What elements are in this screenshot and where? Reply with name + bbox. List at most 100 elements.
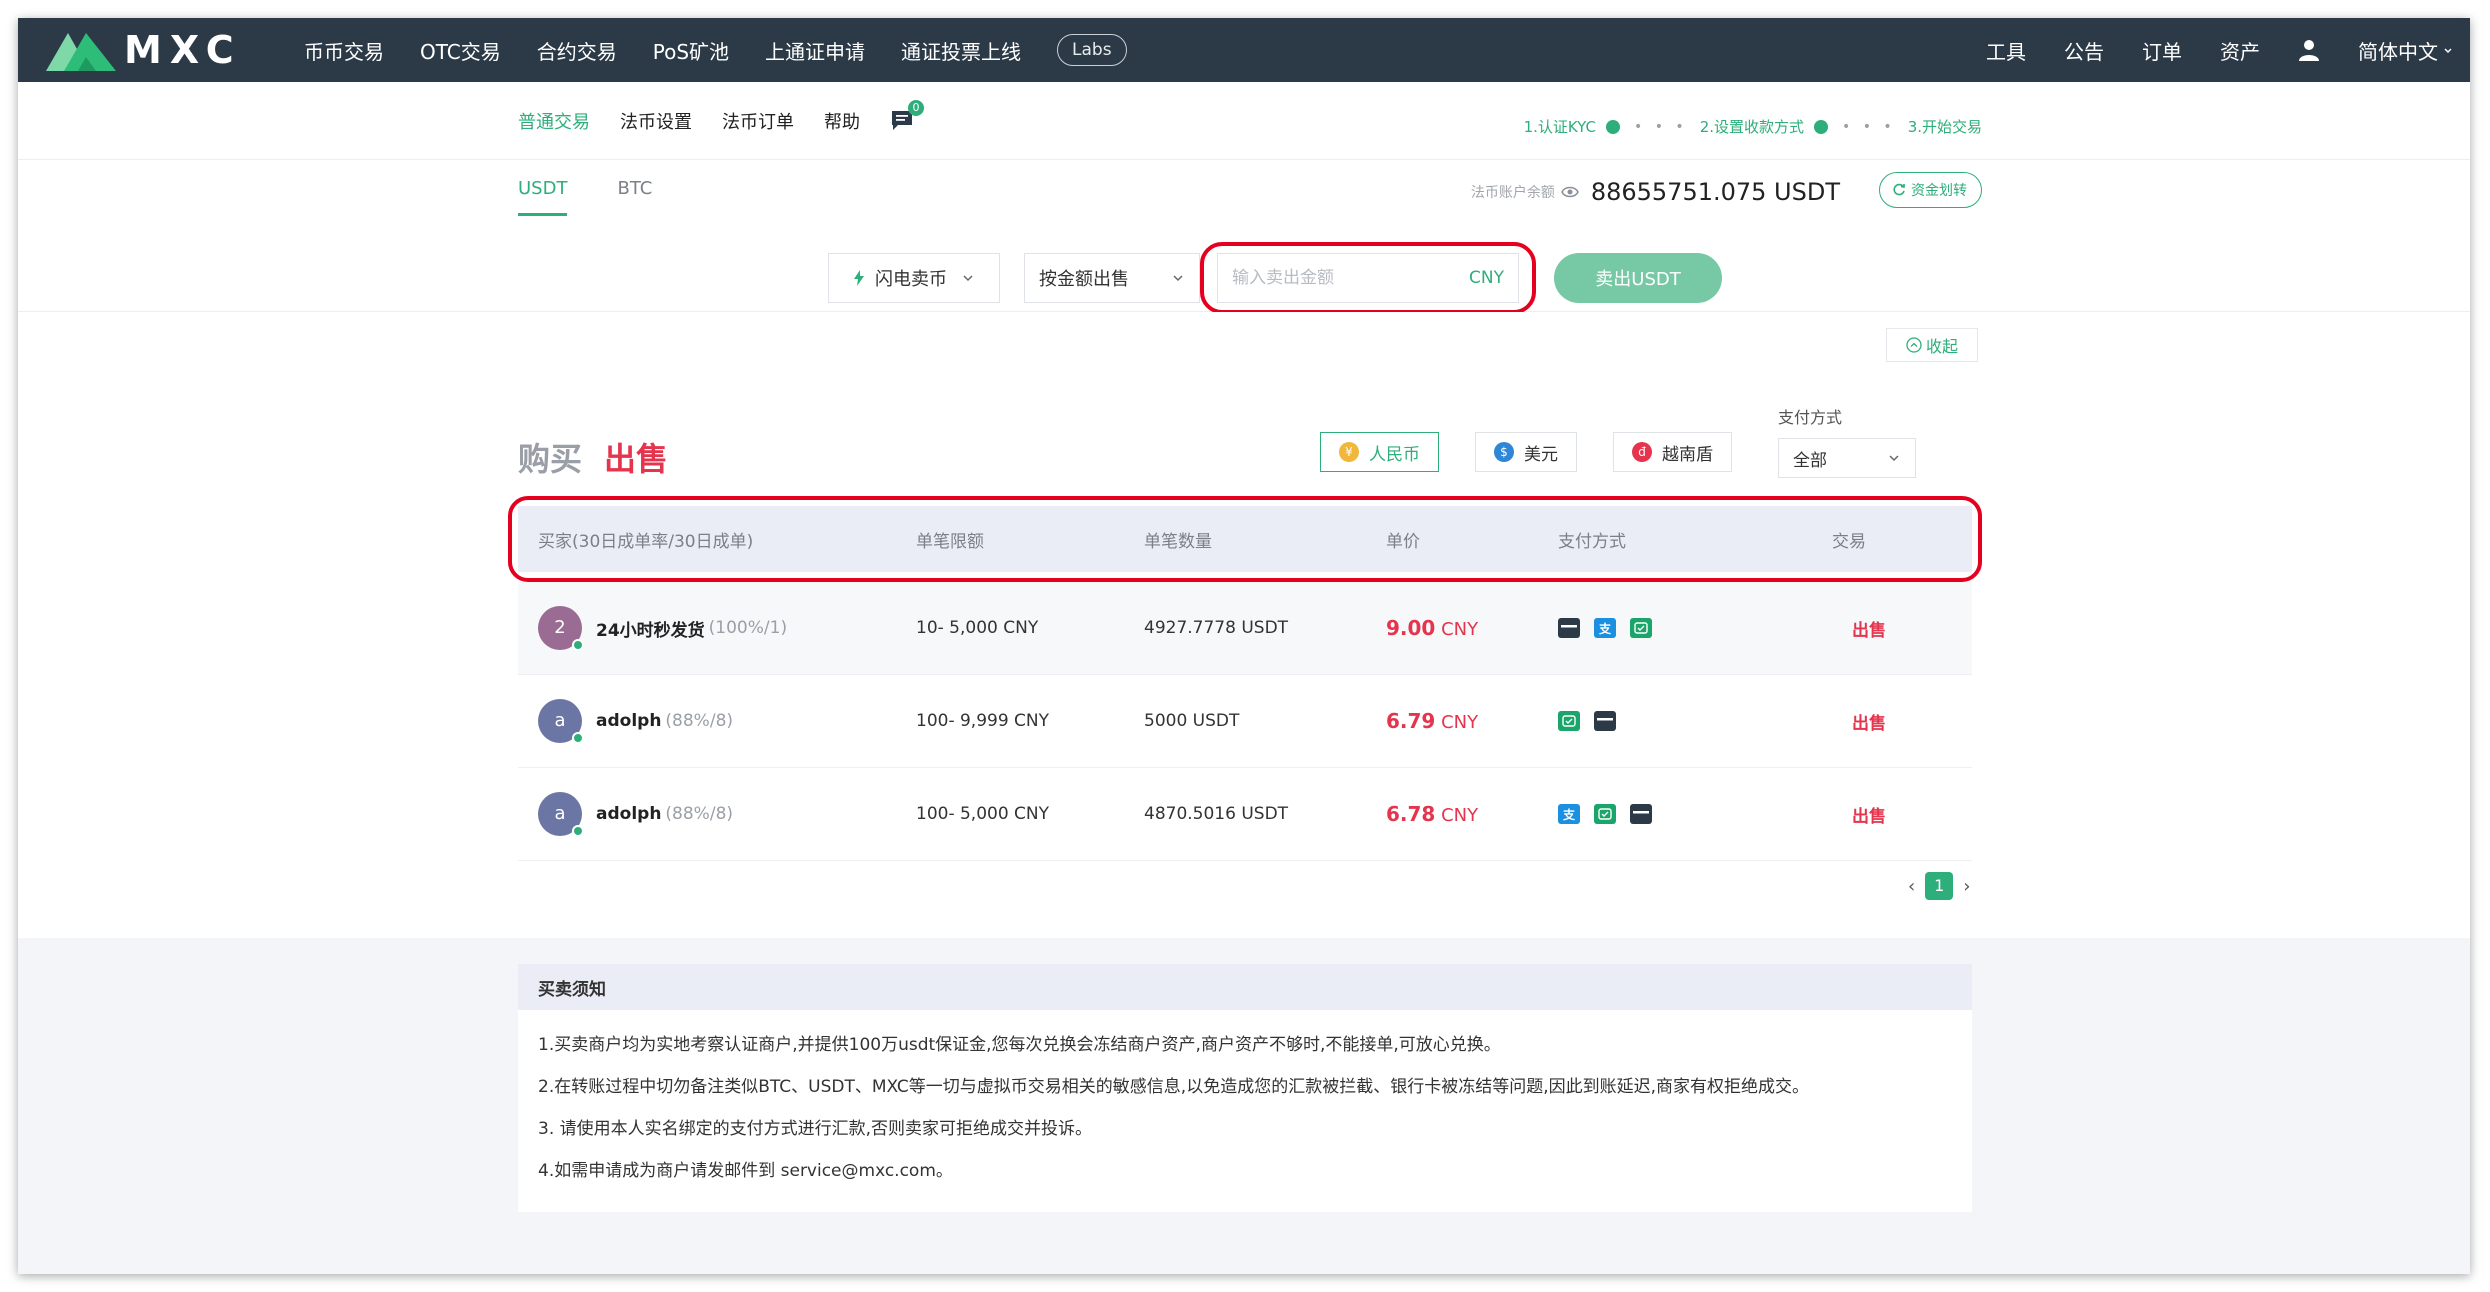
fiat-currency-filter: ¥ 人民币 $ 美元 đ 越南盾	[1320, 432, 1768, 472]
mxc-logo[interactable]: MXC	[46, 27, 242, 73]
dollar-icon: $	[1494, 442, 1514, 462]
logo-text: MXC	[124, 28, 242, 72]
payment-method-filter: 支付方式 全部	[1778, 404, 1916, 478]
language-label: 简体中文	[2358, 39, 2438, 64]
tab-buy[interactable]: 购买	[518, 434, 582, 480]
buy-sell-tabs: 购买 出售	[518, 434, 668, 480]
tab-fiat-settings[interactable]: 法币设置	[620, 108, 692, 134]
sell-action-button[interactable]: 出售	[1832, 709, 1972, 734]
table-row: a adolph (88%/8) 100- 9,999 CNY 5000 USD…	[518, 675, 1972, 768]
tab-usdt[interactable]: USDT	[518, 178, 568, 216]
wechat-pay-icon	[1558, 711, 1580, 731]
payment-method-dropdown[interactable]: 全部	[1778, 438, 1916, 478]
step-payment-method[interactable]: 2.设置收款方式	[1700, 116, 1804, 137]
quick-sell-form: 闪电卖币 按金额出售 CNY 卖出USDT	[828, 242, 1722, 314]
browser-window: MXC 币币交易 OTC交易 合约交易 PoS矿池 上通证申请 通证投票上线 L…	[18, 18, 2470, 1274]
step-start-trading[interactable]: 3.开始交易	[1908, 116, 1982, 137]
page-1-button[interactable]: 1	[1925, 872, 1954, 900]
avatar: a	[538, 792, 584, 837]
collapse-label: 收起	[1925, 337, 1958, 356]
avatar: a	[538, 699, 584, 744]
wechat-pay-icon	[1630, 618, 1652, 638]
dong-icon: đ	[1632, 442, 1652, 462]
main-menu: 币币交易 OTC交易 合约交易 PoS矿池 上通证申请 通证投票上线 Labs	[304, 18, 1127, 82]
otc-sub-navigation: 普通交易 法币设置 法币订单 帮助 0 1.认证KYC • • • 2.设置收款…	[18, 82, 2470, 160]
next-page-button[interactable]: ›	[1963, 876, 1970, 897]
fiat-balance: 法币账户余额 88655751.075 USDT	[1471, 178, 1840, 206]
buyer-cell: a adolph (88%/8)	[518, 699, 916, 744]
step-kyc[interactable]: 1.认证KYC	[1524, 116, 1596, 137]
nav-assets[interactable]: 资产	[2220, 36, 2260, 65]
sell-amount-wrapper: CNY	[1200, 242, 1536, 314]
chevron-down-icon	[1889, 455, 1899, 462]
chevron-up-circle-icon	[1906, 337, 1922, 353]
sell-usdt-button[interactable]: 卖出USDT	[1554, 253, 1722, 303]
notice-body: 1.买卖商户均为实地考察认证商户,并提供100万usdt保证金,您每次兑换会冻结…	[518, 1010, 1972, 1206]
buyer-name[interactable]: adolph	[596, 711, 661, 731]
onboarding-steps: 1.认证KYC • • • 2.设置收款方式 • • • 3.开始交易	[1524, 116, 1982, 137]
sell-action-button[interactable]: 出售	[1832, 802, 1972, 827]
buyer-stats: (100%/1)	[708, 618, 788, 638]
nav-announcements[interactable]: 公告	[2064, 36, 2104, 65]
tab-btc[interactable]: BTC	[617, 178, 652, 216]
tab-help[interactable]: 帮助	[824, 108, 860, 134]
online-indicator	[572, 732, 584, 744]
fund-transfer-button[interactable]: 资金划转	[1879, 172, 1982, 208]
currency-vnd-button[interactable]: đ 越南盾	[1613, 432, 1732, 472]
currency-label: 人民币	[1369, 444, 1420, 465]
user-icon	[2299, 40, 2319, 61]
labs-button[interactable]: Labs	[1057, 34, 1127, 66]
user-avatar-button[interactable]	[2298, 39, 2320, 61]
nav-token-vote[interactable]: 通证投票上线	[901, 36, 1021, 65]
messages-button[interactable]: 0	[890, 100, 924, 133]
prev-page-button[interactable]: ‹	[1908, 876, 1915, 897]
pagination: ‹ 1 ›	[1908, 872, 1970, 900]
fund-transfer-label: 资金划转	[1911, 183, 1967, 199]
quantity-cell: 4927.7778 USDT	[1144, 618, 1289, 638]
highlight-outline	[1200, 242, 1536, 314]
otc-menu: 普通交易 法币设置 法币订单 帮助 0	[518, 100, 924, 134]
trading-notice: 买卖须知 1.买卖商户均为实地考察认证商户,并提供100万usdt保证金,您每次…	[518, 964, 1972, 1212]
language-selector[interactable]: 简体中文	[2358, 36, 2454, 65]
nav-tools[interactable]: 工具	[1986, 36, 2026, 65]
nav-spot-trading[interactable]: 币币交易	[304, 36, 384, 65]
currency-label: 美元	[1524, 444, 1558, 465]
nav-contract-trading[interactable]: 合约交易	[537, 36, 617, 65]
sell-mode-dropdown[interactable]: 按金额出售	[1024, 253, 1200, 303]
coin-tabs: USDT BTC	[518, 178, 702, 216]
refresh-icon	[1893, 183, 1905, 196]
buyer-cell: a adolph (88%/8)	[518, 792, 916, 837]
mxc-logo-icon	[46, 33, 116, 71]
wechat-pay-icon	[1594, 804, 1616, 824]
buyer-cell: 2 24小时秒发货 (100%/1)	[518, 606, 916, 651]
chevron-down-icon	[1173, 275, 1183, 282]
bank-card-icon	[1594, 711, 1616, 731]
sell-mode-label: 按金额出售	[1039, 269, 1129, 290]
flash-sell-dropdown[interactable]: 闪电卖币	[828, 253, 1000, 303]
sell-action-button[interactable]: 出售	[1832, 616, 1972, 641]
currency-usd-button[interactable]: $ 美元	[1475, 432, 1577, 472]
price-cell: 6.78 CNY	[1386, 802, 1479, 826]
buyer-stats: (88%/8)	[665, 711, 734, 731]
tab-fiat-orders[interactable]: 法币订单	[722, 108, 794, 134]
payment-method-value: 全部	[1793, 450, 1827, 471]
yuan-icon: ¥	[1339, 442, 1359, 462]
collapse-button[interactable]: 收起	[1886, 328, 1978, 362]
eye-icon[interactable]	[1560, 186, 1579, 198]
online-indicator	[572, 639, 584, 651]
notice-line: 3. 请使用本人实名绑定的支付方式进行汇款,否则卖家可拒绝成交并投诉。	[538, 1119, 1093, 1139]
notice-line: 4.如需申请成为商户请发邮件到 service@mxc.com。	[538, 1161, 953, 1181]
buyer-name[interactable]: 24小时秒发货	[596, 616, 705, 641]
nav-token-listing-application[interactable]: 上通证申请	[765, 36, 865, 65]
buyer-name[interactable]: adolph	[596, 804, 661, 824]
nav-pos-pool[interactable]: PoS矿池	[653, 36, 729, 65]
nav-orders[interactable]: 订单	[2142, 36, 2182, 65]
currency-cny-button[interactable]: ¥ 人民币	[1320, 432, 1439, 472]
tab-normal-trading[interactable]: 普通交易	[518, 108, 590, 134]
payment-filter-label: 支付方式	[1778, 408, 1843, 427]
table-row: a adolph (88%/8) 100- 5,000 CNY 4870.501…	[518, 768, 1972, 861]
tab-sell[interactable]: 出售	[604, 434, 668, 480]
offers-table-body: 2 24小时秒发货 (100%/1) 10- 5,000 CNY 4927.77…	[518, 582, 1972, 861]
flash-sell-label: 闪电卖币	[875, 269, 947, 290]
nav-otc-trading[interactable]: OTC交易	[420, 36, 501, 65]
